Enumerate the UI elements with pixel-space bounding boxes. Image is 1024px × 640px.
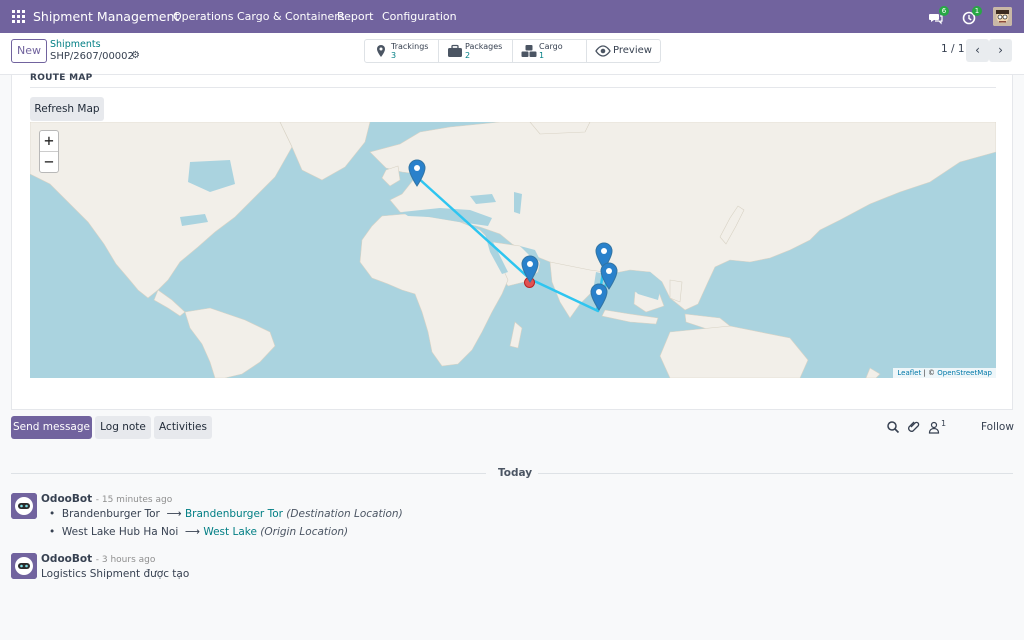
author-name[interactable]: OdooBot	[41, 553, 92, 565]
trackings-label: Trackings	[391, 42, 429, 51]
old-value: West Lake Hub Ha Noi	[61, 526, 179, 538]
form-sheet: ROUTE MAP Refresh Map + − Leaflet | © Op…	[11, 73, 1013, 410]
menu-configuration[interactable]: Configuration	[382, 10, 457, 23]
suitcase-icon	[448, 44, 462, 57]
record-name: SHP/2607/00002	[50, 51, 134, 62]
message-time: - 15 minutes ago	[95, 495, 173, 505]
field-name: (Origin Location)	[260, 526, 349, 538]
tracking-value: • Brandenburger Tor ⟶ Brandenburger Tor …	[49, 508, 403, 520]
author-name[interactable]: OdooBot	[41, 493, 92, 505]
new-value: West Lake	[203, 526, 257, 538]
breadcrumb-shipments[interactable]: Shipments	[50, 39, 101, 50]
zoom-in-button[interactable]: +	[40, 131, 58, 152]
refresh-map-button[interactable]: Refresh Map	[30, 97, 104, 121]
followers-count: 1	[941, 419, 947, 428]
menu-operations[interactable]: Operations	[173, 10, 233, 23]
zoom-control: + −	[39, 130, 59, 173]
packages-value: 2	[465, 51, 471, 60]
zoom-out-button[interactable]: −	[40, 152, 58, 173]
control-panel: New Shipments SHP/2607/00002 ⚙ Trackings…	[0, 33, 1024, 75]
activities-button[interactable]: Activities	[154, 416, 212, 439]
menu-report[interactable]: Report	[337, 10, 373, 23]
new-button[interactable]: New	[11, 39, 47, 63]
apps-menu-icon[interactable]	[12, 10, 25, 23]
osm-link[interactable]: OpenStreetMap	[937, 369, 992, 377]
user-icon[interactable]	[927, 420, 941, 434]
activities-systray[interactable]: 1	[962, 6, 982, 26]
pager-previous-button[interactable]: ‹	[966, 39, 989, 62]
tracking-value: • West Lake Hub Ha Noi ⟶ West Lake (Orig…	[49, 526, 348, 538]
menu-cargo-containers[interactable]: Cargo & Containers	[237, 10, 345, 23]
cargo-label: Cargo	[539, 42, 563, 51]
message-time: - 3 hours ago	[95, 555, 156, 565]
chevron-right-icon: ›	[998, 43, 1003, 57]
attribution-separator: | ©	[921, 369, 938, 377]
arrow-right-icon: ⟶	[181, 526, 200, 538]
trackings-smart-button[interactable]: Trackings 3	[365, 40, 439, 62]
cargo-value: 1	[539, 51, 545, 60]
chevron-left-icon: ‹	[975, 43, 980, 57]
old-value: Brandenburger Tor	[61, 508, 160, 520]
message-author: OdooBot - 15 minutes ago	[41, 493, 172, 505]
map-marker-icon[interactable]	[408, 159, 426, 187]
smart-buttons: Trackings 3 Packages 2 Cargo 1 Preview	[364, 39, 661, 63]
new-value: Brandenburger Tor	[184, 508, 283, 520]
map-attribution: Leaflet | © OpenStreetMap	[893, 368, 996, 378]
paperclip-icon[interactable]	[907, 420, 921, 434]
follow-button[interactable]: Follow	[981, 421, 1014, 433]
log-note-button[interactable]: Log note	[95, 416, 151, 439]
packages-smart-button[interactable]: Packages 2	[439, 40, 513, 62]
bullet: •	[49, 526, 62, 538]
send-message-button[interactable]: Send message	[11, 416, 92, 439]
messages-badge: 6	[939, 6, 949, 16]
bullet: •	[49, 508, 62, 520]
gear-icon[interactable]: ⚙	[131, 50, 140, 61]
pager-next-button[interactable]: ›	[989, 39, 1012, 62]
cubes-icon	[521, 45, 537, 57]
message-body: Logistics Shipment được tạo	[41, 568, 190, 580]
leaflet-link[interactable]: Leaflet	[897, 369, 921, 377]
section-divider	[30, 87, 996, 88]
activities-badge: 1	[972, 6, 982, 16]
date-separator-label: Today	[498, 467, 533, 479]
map-marker-icon	[377, 45, 385, 57]
field-name: (Destination Location)	[286, 508, 403, 520]
odoobot-avatar[interactable]	[11, 493, 37, 519]
map-marker-icon[interactable]	[521, 255, 539, 283]
arrow-right-icon: ⟶	[163, 508, 182, 520]
pager-value[interactable]: 1 / 1	[941, 43, 965, 55]
message-author: OdooBot - 3 hours ago	[41, 553, 155, 565]
user-avatar[interactable]	[993, 7, 1012, 26]
preview-label: Preview	[613, 45, 652, 56]
route-map[interactable]: + − Leaflet | © OpenStreetMap	[30, 122, 996, 378]
preview-smart-button[interactable]: Preview	[587, 40, 660, 62]
top-navbar: Shipment Management Operations Cargo & C…	[0, 0, 1024, 33]
route-map-title: ROUTE MAP	[30, 73, 93, 83]
packages-label: Packages	[465, 42, 503, 51]
eye-icon	[595, 45, 611, 57]
odoobot-avatar[interactable]	[11, 553, 37, 579]
map-marker-icon[interactable]	[590, 283, 608, 311]
cargo-smart-button[interactable]: Cargo 1	[513, 40, 587, 62]
search-icon[interactable]	[886, 420, 900, 434]
trackings-value: 3	[391, 51, 397, 60]
messages-systray[interactable]: 6	[929, 6, 949, 26]
world-map	[30, 122, 996, 378]
date-separator-line	[11, 473, 486, 474]
date-separator-line	[538, 473, 1013, 474]
app-title[interactable]: Shipment Management	[33, 9, 179, 24]
